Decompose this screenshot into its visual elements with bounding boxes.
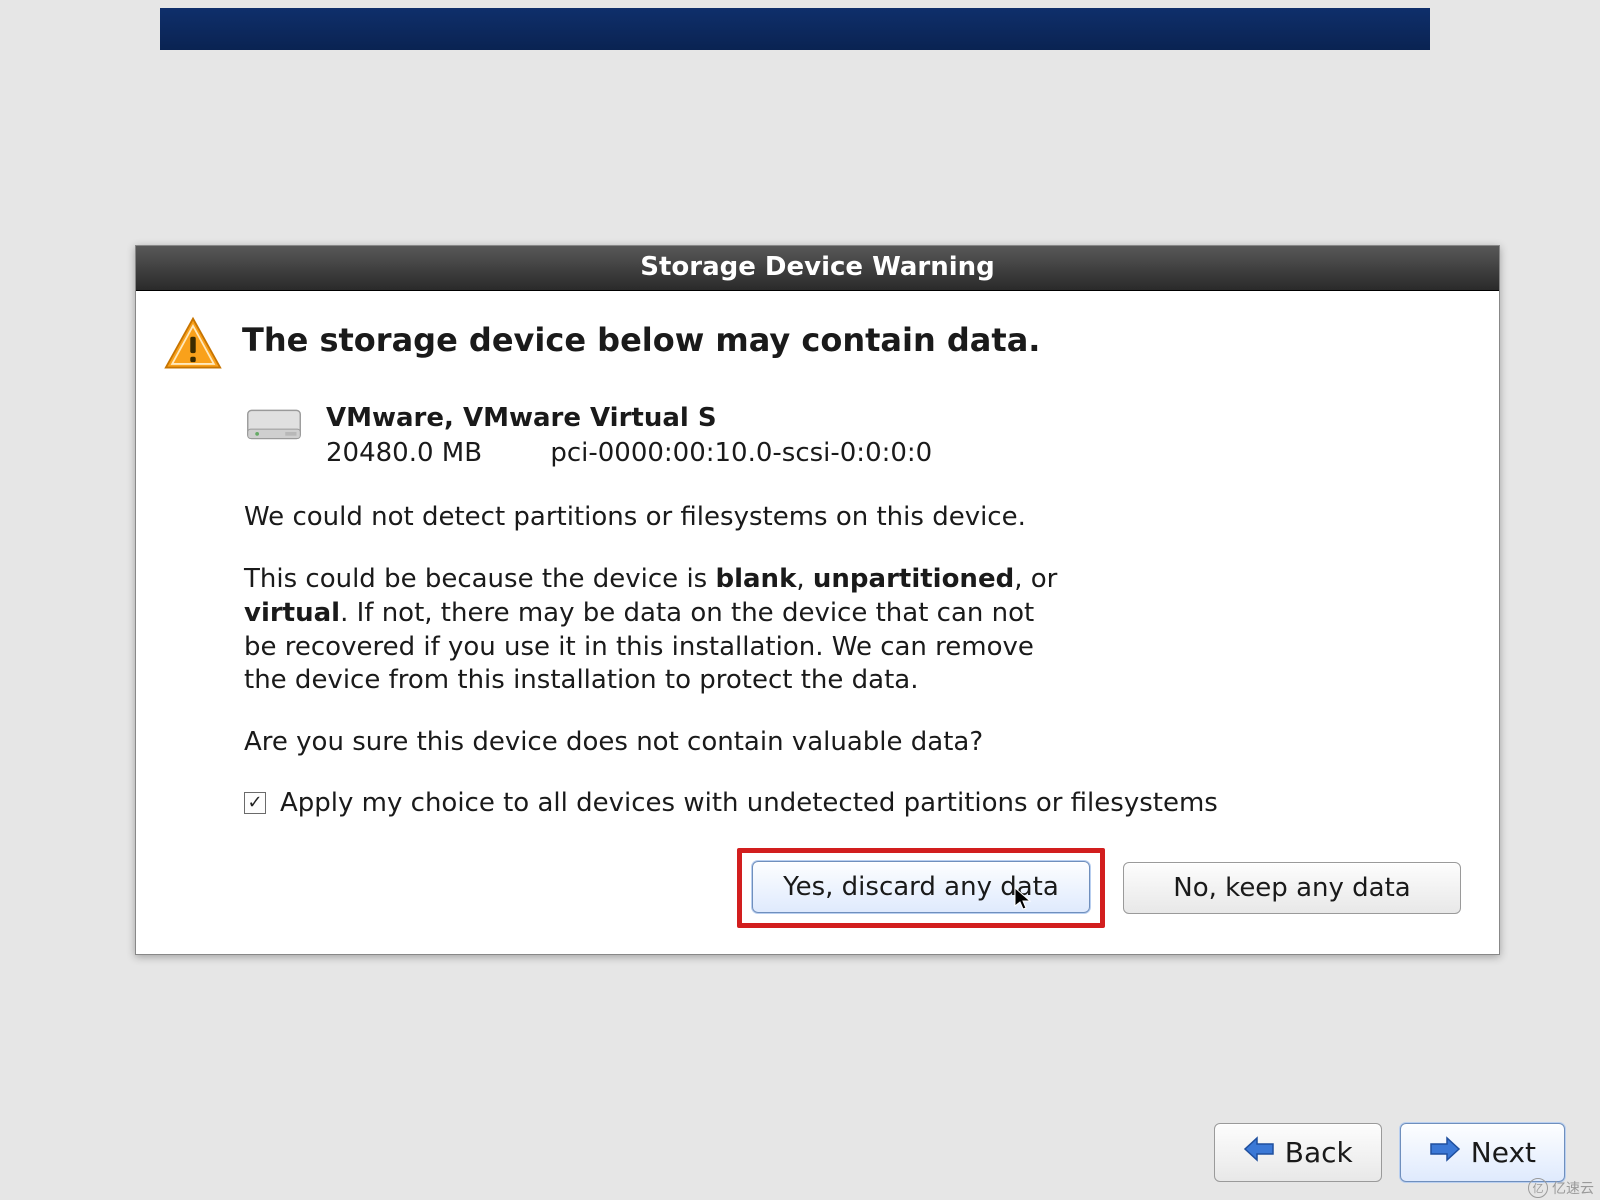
arrow-right-icon bbox=[1429, 1134, 1461, 1171]
dialog-heading-row: The storage device below may contain dat… bbox=[164, 315, 1471, 377]
apply-all-checkbox-row[interactable]: ✓ Apply my choice to all devices with un… bbox=[244, 788, 1471, 818]
storage-warning-dialog: Storage Device Warning The storage devic… bbox=[135, 245, 1500, 955]
device-path: pci-0000:00:10.0-scsi-0:0:0:0 bbox=[550, 438, 932, 468]
wizard-nav: Back Next bbox=[1214, 1123, 1565, 1182]
dialog-body-text: We could not detect partitions or filesy… bbox=[244, 501, 1064, 760]
body-confirm: Are you sure this device does not contai… bbox=[244, 726, 1064, 760]
device-row: VMware, VMware Virtual S 20480.0 MB pci-… bbox=[244, 401, 1471, 471]
apply-all-checkbox[interactable]: ✓ bbox=[244, 792, 266, 814]
watermark: 亿 亿速云 bbox=[1528, 1178, 1594, 1198]
next-label: Next bbox=[1471, 1136, 1536, 1169]
device-size: 20480.0 MB bbox=[326, 436, 482, 471]
yes-discard-button[interactable]: Yes, discard any data bbox=[752, 861, 1090, 913]
device-info: VMware, VMware Virtual S 20480.0 MB pci-… bbox=[326, 401, 932, 471]
watermark-icon: 亿 bbox=[1528, 1178, 1548, 1198]
no-keep-button[interactable]: No, keep any data bbox=[1123, 862, 1461, 914]
device-name: VMware, VMware Virtual S bbox=[326, 401, 932, 436]
dialog-button-row: Yes, discard any data No, keep any data bbox=[164, 848, 1471, 928]
annotation-highlight: Yes, discard any data bbox=[737, 848, 1105, 928]
dialog-title: Storage Device Warning bbox=[136, 246, 1499, 291]
back-button[interactable]: Back bbox=[1214, 1123, 1382, 1182]
harddisk-icon bbox=[244, 401, 304, 450]
installer-top-banner bbox=[160, 8, 1430, 50]
body-paragraph-2: This could be because the device is blan… bbox=[244, 563, 1064, 698]
device-details: 20480.0 MB pci-0000:00:10.0-scsi-0:0:0:0 bbox=[326, 436, 932, 471]
apply-all-label: Apply my choice to all devices with unde… bbox=[280, 788, 1218, 818]
dialog-body: The storage device below may contain dat… bbox=[136, 291, 1499, 954]
dialog-heading: The storage device below may contain dat… bbox=[242, 321, 1040, 359]
watermark-text: 亿速云 bbox=[1552, 1178, 1594, 1198]
warning-icon bbox=[164, 315, 222, 377]
body-line-1: We could not detect partitions or filesy… bbox=[244, 501, 1064, 535]
back-label: Back bbox=[1285, 1136, 1353, 1169]
next-button[interactable]: Next bbox=[1400, 1123, 1565, 1182]
arrow-left-icon bbox=[1243, 1134, 1275, 1171]
